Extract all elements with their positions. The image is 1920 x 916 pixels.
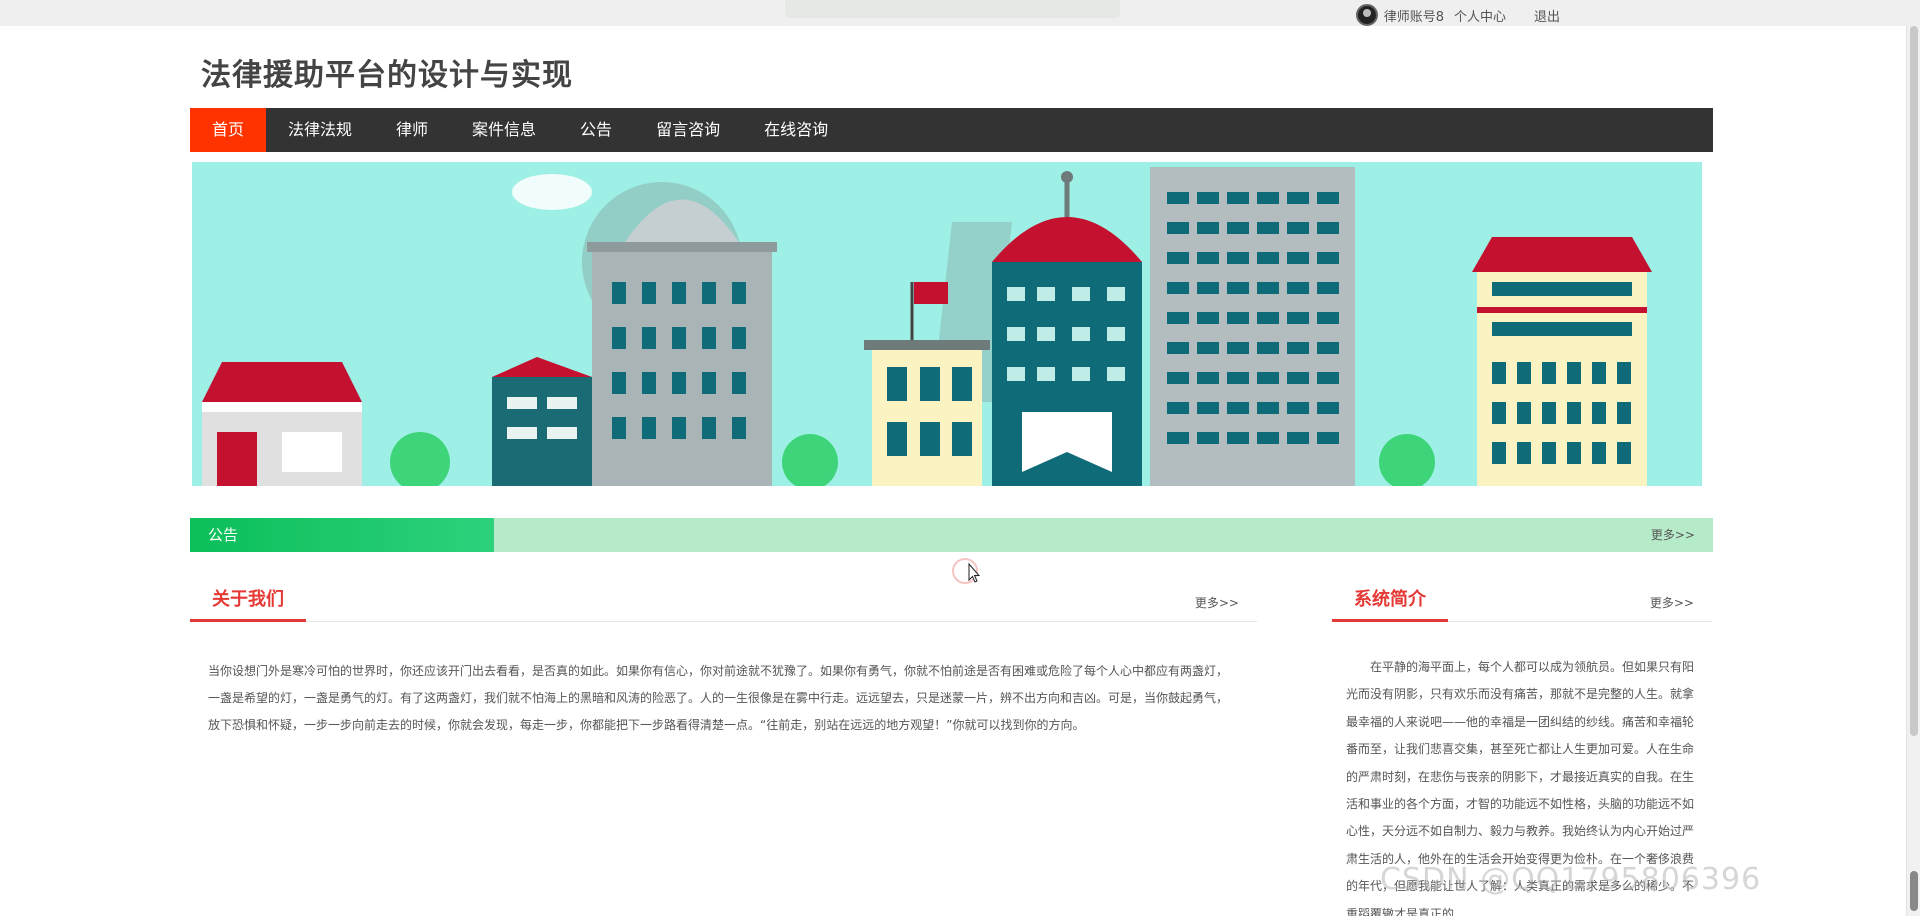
page-scrollbar[interactable] <box>1906 26 1920 916</box>
about-more-link[interactable]: 更多>> <box>1195 594 1239 611</box>
site-title: 法律援助平台的设计与实现 <box>201 58 573 93</box>
logout-link[interactable]: 退出 <box>1534 6 1560 25</box>
intro-title: 系统简介 <box>1332 582 1448 622</box>
personal-center-link[interactable]: 个人中心 <box>1454 6 1506 25</box>
banner-carousel[interactable] <box>192 162 1702 486</box>
scrollbar-thumb[interactable] <box>1910 871 1918 911</box>
mouse-cursor-icon <box>952 558 980 584</box>
tab-ghost <box>785 0 1120 18</box>
notice-more-link[interactable]: 更多>> <box>1651 518 1695 552</box>
nav-item-home[interactable]: 首页 <box>190 108 266 152</box>
nav-item-laws[interactable]: 法律法规 <box>266 108 374 152</box>
nav-item-lawyers[interactable]: 律师 <box>374 108 450 152</box>
notice-bar: 公告 更多>> <box>190 518 1713 552</box>
intro-section-header: 系统简介 更多>> <box>1332 582 1712 622</box>
about-text: 当你设想门外是寒冷可怕的世界时，你还应该开门出去看看，是否真的如此。如果你有信心… <box>208 664 1229 732</box>
scrollbar-track-light <box>1910 26 1918 736</box>
about-section-header: 关于我们 更多>> <box>190 582 1257 622</box>
nav-item-announcements[interactable]: 公告 <box>558 108 634 152</box>
avatar[interactable] <box>1355 4 1378 26</box>
intro-more-link[interactable]: 更多>> <box>1650 594 1694 611</box>
notice-label: 公告 <box>190 518 494 552</box>
username-link[interactable]: 律师账号8 <box>1384 6 1444 25</box>
watermark-text: CSDN @QQ1795806396 <box>1380 862 1762 897</box>
main-nav: 首页 法律法规 律师 案件信息 公告 留言咨询 在线咨询 <box>190 108 1713 152</box>
nav-item-online-consult[interactable]: 在线咨询 <box>742 108 850 152</box>
nav-item-messages[interactable]: 留言咨询 <box>634 108 742 152</box>
city-illustration <box>192 162 1702 486</box>
nav-item-cases[interactable]: 案件信息 <box>450 108 558 152</box>
user-bar: 律师账号8 个人中心 退出 <box>1355 3 1560 27</box>
about-title: 关于我们 <box>190 582 306 622</box>
browser-top-strip <box>0 0 1920 26</box>
